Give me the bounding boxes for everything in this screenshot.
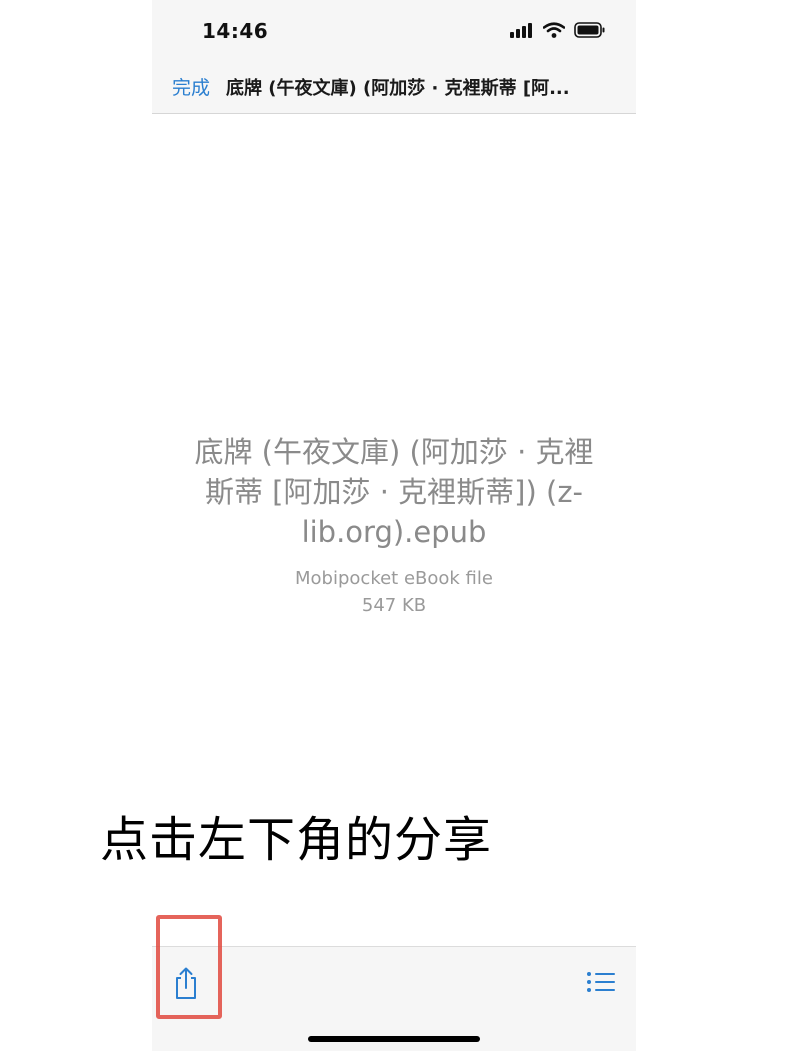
navigation-bar: 完成 底牌 (午夜文庫) (阿加莎 · 克裡斯蒂 [阿... [152, 62, 636, 114]
wifi-icon [542, 22, 566, 42]
page-title: 底牌 (午夜文庫) (阿加莎 · 克裡斯蒂 [阿... [226, 78, 570, 99]
battery-icon [574, 22, 606, 42]
cellular-signal-icon [510, 22, 534, 42]
file-type: Mobipocket eBook file [295, 568, 493, 589]
phone-screen: 14:46 完成 底牌 (午夜文庫) (阿加莎 · 克裡斯蒂 [阿... 底牌 … [152, 0, 636, 1051]
status-icons [510, 22, 606, 42]
status-time: 14:46 [202, 19, 269, 43]
list-button[interactable] [586, 969, 616, 997]
file-name: 底牌 (午夜文庫) (阿加莎 · 克裡斯蒂 [阿加莎 · 克裡斯蒂]) (z-l… [194, 435, 594, 549]
status-bar: 14:46 [152, 0, 636, 62]
home-indicator[interactable] [308, 1036, 480, 1042]
done-button[interactable]: 完成 [172, 73, 210, 100]
annotation-highlight-box [156, 915, 222, 1019]
list-icon [586, 972, 616, 1001]
bottom-toolbar [152, 946, 636, 1051]
annotation-caption: 点击左下角的分享 [100, 812, 493, 868]
file-size: 547 KB [361, 595, 427, 616]
